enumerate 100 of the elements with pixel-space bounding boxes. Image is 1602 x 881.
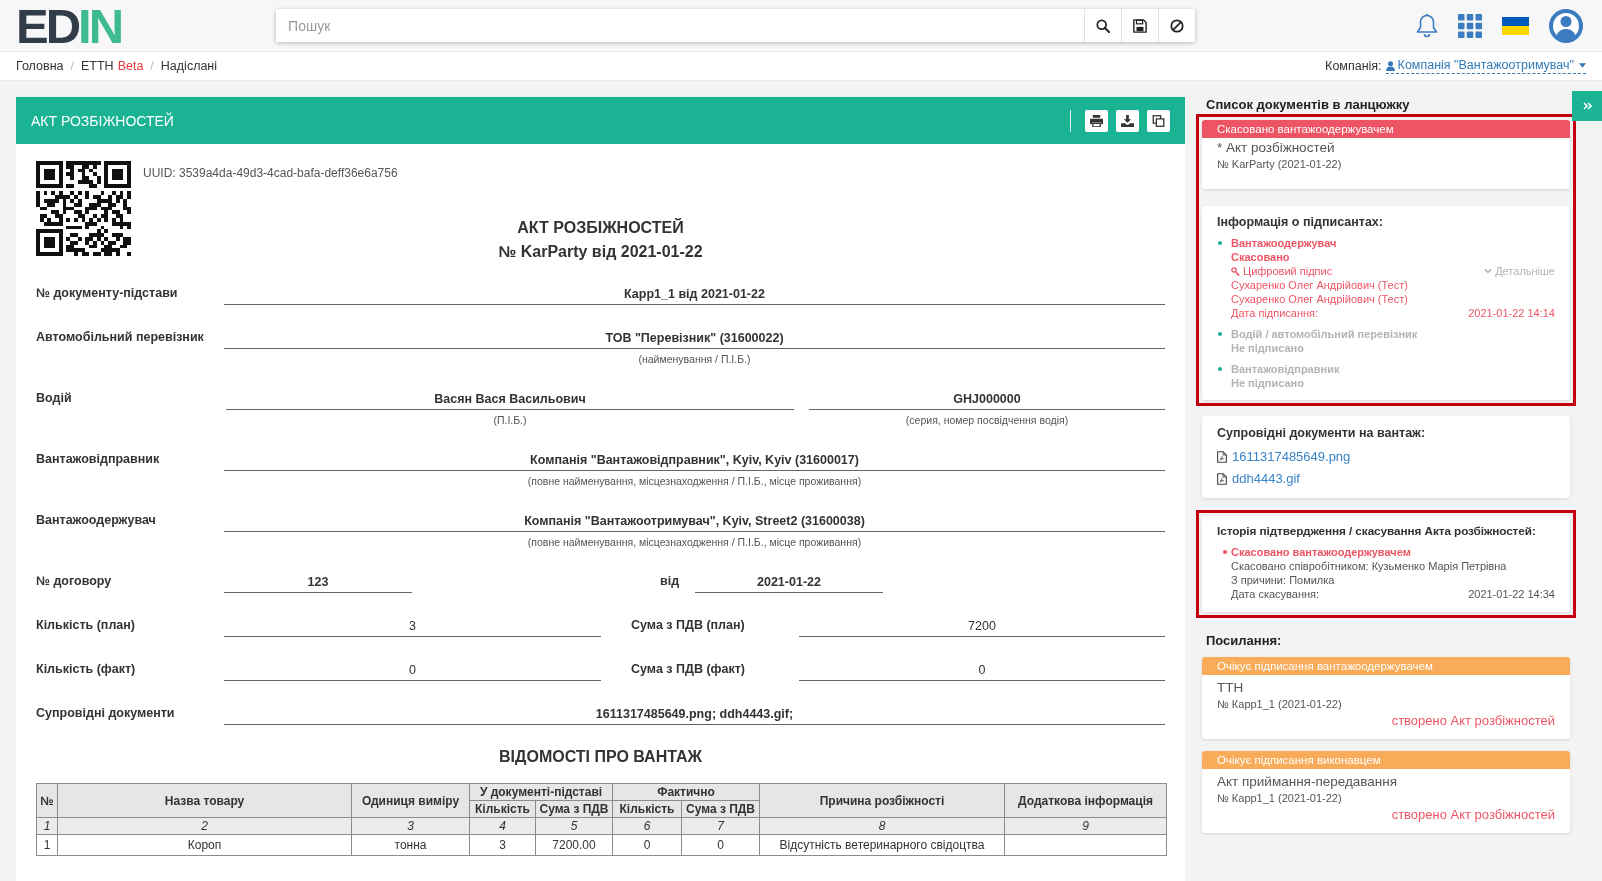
date-value: 2021-01-22 14:14 xyxy=(1468,306,1555,320)
document-card[interactable]: Очікує підписання виконавцем Акт приймання-передавання № Карр1_1 (2021-01-22) створено Акт розбіжностей xyxy=(1202,751,1570,833)
field-value: 2021-01-22 xyxy=(695,569,883,593)
company-label: Компанія: xyxy=(1325,59,1382,73)
document-name: ТТН xyxy=(1217,679,1245,697)
search-icon xyxy=(1096,18,1111,33)
relation-link[interactable]: створено Акт розбіжностей xyxy=(1391,807,1555,822)
table-cell: 7200.00 xyxy=(535,834,613,856)
field-label: Вантажовідправник xyxy=(36,451,160,468)
copy-icon xyxy=(1152,114,1165,127)
history-detail: Скасовано співробітником: Кузьменко Марія Петрівна xyxy=(1231,560,1507,572)
table-header-cell: Додаткова інформація xyxy=(1004,783,1167,818)
table-header-cell: Причина розбіжності xyxy=(759,783,1005,818)
field-value: Компанія "Вантажовідправник", Kyiv, Kyiv (31600017) xyxy=(224,447,1165,471)
bullet-icon xyxy=(1223,550,1227,554)
printer-icon xyxy=(1090,114,1103,127)
current-page-label: Надіслані xyxy=(160,59,218,73)
caret-icon xyxy=(1579,63,1586,68)
save-button[interactable] xyxy=(1121,9,1159,42)
company-selector[interactable]: Компанія "Вантажоотримувач" xyxy=(1385,58,1586,74)
table-cell: 1 xyxy=(36,834,58,856)
signer-role: Водій / автомобільний перевізник xyxy=(1231,328,1418,340)
signature-label: Цифровий підпис xyxy=(1243,264,1333,278)
field-label: № договору xyxy=(36,573,112,590)
document-number: № KarParty (2021-01-22) xyxy=(1217,157,1343,172)
table-header-cell: Назва товару xyxy=(57,783,352,818)
field-hint: (серия, номер посвідчення водія) xyxy=(905,414,1069,427)
field-label: Водій xyxy=(36,390,72,407)
status-banner: Очікує підписання виконавцем xyxy=(1202,751,1570,769)
logo[interactable]: EDIN xyxy=(16,4,122,47)
apps-grid-icon[interactable] xyxy=(1458,13,1482,38)
status-banner: Скасовано вантажоодержувачем xyxy=(1202,120,1570,138)
file-link[interactable]: ddh4443.gif xyxy=(1232,468,1300,490)
field-value: GHJ000000 xyxy=(809,386,1165,410)
sidebar-title: Список документів в ланцюжку xyxy=(1205,96,1411,114)
field-value: 3 xyxy=(224,613,601,637)
card-title: Історія підтвердження / скасування Акта розбіжностей: xyxy=(1217,523,1537,540)
document-number: № KarParty від 2021-01-22 xyxy=(498,242,703,262)
field-value: 0 xyxy=(224,657,601,681)
table-cell: 0 xyxy=(612,834,682,856)
card-title: Супровідні документи на вантаж: xyxy=(1217,425,1427,442)
table-cell: Короп xyxy=(57,834,352,856)
table-cell: 0 xyxy=(681,834,760,856)
download-icon xyxy=(1121,114,1134,127)
field-value: 1611317485649.png; ddh4443.gif; xyxy=(224,701,1165,725)
field-hint: (повне найменування, місцезнаходження / П.І.Б., місце проживання) xyxy=(527,536,862,549)
breadcrumb-separator: / xyxy=(69,59,75,73)
download-button[interactable] xyxy=(1116,109,1139,132)
date-label: Дата скасування: xyxy=(1231,587,1320,601)
field-label: Сума з ПДВ (факт) xyxy=(631,661,745,678)
reset-button[interactable] xyxy=(1158,9,1196,42)
search-field[interactable]: Пошук xyxy=(276,9,1196,42)
field-value: 7200 xyxy=(799,613,1165,637)
table-header-cell: Одиниця виміру xyxy=(351,783,470,818)
breadcrumb-link[interactable]: Головна xyxy=(16,59,64,73)
document-card[interactable]: Скасовано вантажоодержувачем * Акт розбіжностей № KarParty (2021-01-22) xyxy=(1202,120,1570,189)
field-value: Карр1_1 від 2021-01-22 xyxy=(224,281,1165,305)
table-header-cell: У документі-підставі xyxy=(469,783,613,801)
field-value: 0 xyxy=(799,657,1165,681)
document-number: № Карр1_1 (2021-01-22) xyxy=(1217,697,1343,712)
field-hint: (найменування / П.І.Б.) xyxy=(638,353,751,366)
field-label: № документу-підстави xyxy=(36,285,178,302)
chevron-down-icon xyxy=(1484,268,1493,274)
field-label: Кількість (план) xyxy=(36,617,135,634)
file-link[interactable]: 1611317485649.png xyxy=(1232,446,1351,468)
field-label: Кількість (факт) xyxy=(36,661,136,678)
document-name: Акт приймання-передавання xyxy=(1217,773,1399,791)
field-value: Васян Вася Васильович xyxy=(226,386,794,410)
relation-link[interactable]: створено Акт розбіжностей xyxy=(1391,713,1555,728)
section-title: Посилання: xyxy=(1205,632,1283,650)
flag-icon[interactable] xyxy=(1502,16,1529,35)
beta-label: Beta xyxy=(117,59,144,73)
key-icon xyxy=(1231,266,1240,276)
user-icon xyxy=(1385,60,1395,71)
document-heading: АКТ РОЗБІЖНОСТЕЙ xyxy=(517,217,684,238)
user-avatar-icon[interactable] xyxy=(1549,8,1583,43)
double-chevron-icon xyxy=(1582,102,1592,110)
signer-role: Вантажоодержувач xyxy=(1231,237,1337,249)
table-cell: тонна xyxy=(351,834,470,856)
document-number: № Карр1_1 (2021-01-22) xyxy=(1217,791,1343,806)
document-title: АКТ РОЗБІЖНОСТЕЙ xyxy=(31,112,174,129)
bell-icon[interactable] xyxy=(1416,13,1438,38)
signer-status: Не підписано xyxy=(1231,377,1304,389)
bullet-icon xyxy=(1218,241,1222,245)
breadcrumb-separator: / xyxy=(149,59,155,73)
breadcrumb-link[interactable]: ЕТТН xyxy=(81,59,114,73)
field-label: Вантажоодержувач xyxy=(36,512,156,529)
uuid-text: UUID: 3539a4da-49d3-4cad-bafa-deff36e6a756 xyxy=(143,165,398,181)
copy-button[interactable] xyxy=(1147,109,1170,132)
table-cell: Відсутність ветеринарного свідоцтва xyxy=(759,834,1005,856)
document-card[interactable]: Очікує підписання вантажоодержувачем ТТН № Карр1_1 (2021-01-22) створено Акт розбіжностей xyxy=(1202,657,1570,739)
search-button[interactable] xyxy=(1084,9,1122,42)
signer-role: Вантажовідправник xyxy=(1231,363,1340,375)
field-label: Автомобільний перевізник xyxy=(36,329,204,346)
file-icon xyxy=(1217,451,1227,463)
status-banner: Очікує підписання вантажоодержувачем xyxy=(1202,657,1570,675)
print-button[interactable] xyxy=(1085,109,1108,132)
signer-name: Сухаренко Олег Андрійович (Тест) xyxy=(1231,293,1408,305)
card-title: Інформація о підписантах: xyxy=(1217,214,1384,231)
field-hint: (повне найменування, місцезнаходження / П.І.Б., місце проживання) xyxy=(527,475,862,488)
